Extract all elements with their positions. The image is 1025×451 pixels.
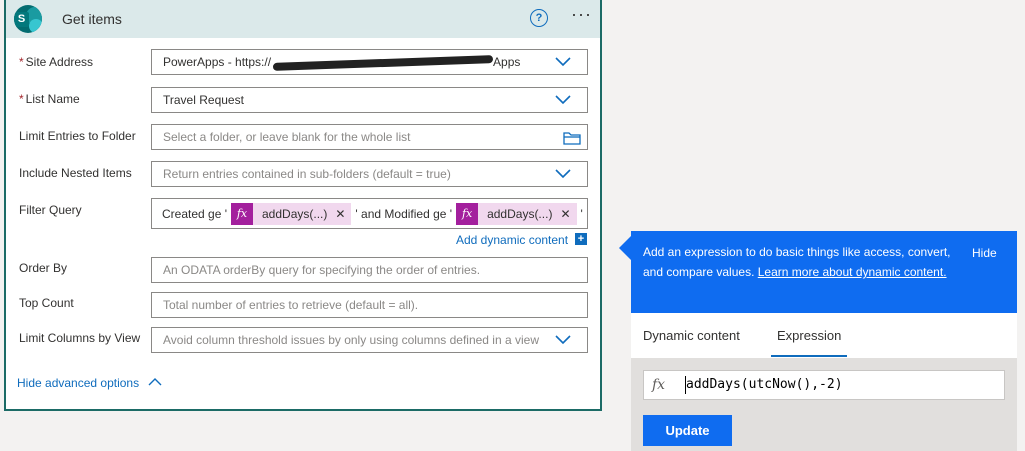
site-address-dropdown[interactable]: PowerApps - https://Apps [151, 49, 588, 75]
panel-pointer [619, 236, 631, 260]
get-items-card: S Get items ? ··· * Site Address PowerApp… [4, 0, 602, 411]
top-count-input[interactable]: Total number of entries to retrieve (def… [151, 292, 588, 318]
order-by-placeholder: An ODATA orderBy query for specifying th… [163, 263, 481, 277]
expression-token[interactable]: fx addDays(...) ✕ [456, 202, 577, 225]
panel-description: Add an expression to do basic things lik… [643, 245, 951, 279]
expression-panel: Add an expression to do basic things lik… [631, 231, 1017, 451]
add-icon[interactable]: + [575, 233, 587, 245]
expression-area: fx addDays(utcNow(),-2) Update [631, 358, 1017, 451]
order-by-input[interactable]: An ODATA orderBy query for specifying th… [151, 257, 588, 283]
token-label: addDays(...) [262, 206, 328, 221]
limit-columns-dropdown[interactable]: Avoid column threshold issues by only us… [151, 327, 588, 353]
fx-icon: fx [456, 202, 479, 225]
expression-input[interactable]: fx addDays(utcNow(),-2) [643, 370, 1005, 400]
card-header[interactable]: S Get items ? ··· [6, 0, 600, 38]
tab-dynamic-content[interactable]: Dynamic content [643, 328, 740, 343]
more-options-icon[interactable]: ··· [571, 4, 592, 25]
chevron-down-icon[interactable] [555, 56, 571, 68]
chevron-down-icon[interactable] [555, 94, 571, 106]
list-name-value: Travel Request [163, 93, 244, 107]
filter-text-3: ' [580, 206, 583, 221]
filter-text-1: Created ge ' [162, 206, 227, 221]
limit-columns-placeholder: Avoid column threshold issues by only us… [163, 333, 539, 347]
expression-text: addDays(utcNow(),-2) [686, 377, 843, 392]
limit-folder-placeholder: Select a folder, or leave blank for the … [163, 130, 411, 144]
active-tab-indicator [771, 355, 847, 357]
fx-icon: fx [652, 377, 666, 393]
remove-token-icon[interactable]: ✕ [335, 207, 345, 221]
limit-columns-label: Limit Columns by View [19, 331, 141, 345]
limit-folder-label: Limit Entries to Folder [19, 129, 136, 143]
remove-token-icon[interactable]: ✕ [560, 207, 570, 221]
list-name-dropdown[interactable]: Travel Request [151, 87, 588, 113]
add-dynamic-content-link[interactable]: Add dynamic content [456, 233, 568, 247]
hide-advanced-options-link[interactable]: Hide advanced options [17, 376, 139, 390]
learn-more-link[interactable]: Learn more about dynamic content. [758, 265, 947, 279]
nested-items-placeholder: Return entries contained in sub-folders … [163, 167, 451, 181]
chevron-up-icon[interactable] [148, 377, 162, 387]
chevron-down-icon[interactable] [555, 168, 571, 180]
hide-panel-button[interactable]: Hide [972, 246, 997, 260]
update-button[interactable]: Update [643, 415, 732, 446]
help-icon[interactable]: ? [530, 9, 548, 27]
filter-text-2: ' and Modified ge ' [355, 206, 453, 221]
limit-folder-input[interactable]: Select a folder, or leave blank for the … [151, 124, 588, 150]
nested-items-dropdown[interactable]: Return entries contained in sub-folders … [151, 161, 588, 187]
site-address-value: PowerApps - https://Apps [163, 54, 521, 71]
filter-query-label: Filter Query [19, 203, 82, 217]
list-name-label: * List Name [19, 92, 80, 106]
filter-query-input[interactable]: Created ge ' fx addDays(...) ✕ ' and Mod… [151, 198, 588, 229]
top-count-placeholder: Total number of entries to retrieve (def… [163, 298, 419, 312]
chevron-down-icon[interactable] [555, 334, 571, 346]
card-title: Get items [62, 11, 122, 27]
nested-items-label: Include Nested Items [19, 166, 132, 180]
tab-expression[interactable]: Expression [777, 328, 841, 343]
folder-icon[interactable] [563, 131, 581, 145]
expression-token[interactable]: fx addDays(...) ✕ [231, 202, 352, 225]
order-by-label: Order By [19, 261, 68, 275]
panel-tabs: Dynamic content Expression [631, 313, 1017, 358]
top-count-label: Top Count [19, 296, 74, 310]
site-address-label: * Site Address [19, 55, 94, 69]
redacted-url-mark [273, 54, 494, 71]
panel-header: Add an expression to do basic things lik… [631, 231, 1017, 313]
sharepoint-logo-icon: S [14, 5, 42, 33]
fx-icon: fx [231, 202, 253, 225]
token-label: addDays(...) [487, 206, 553, 221]
